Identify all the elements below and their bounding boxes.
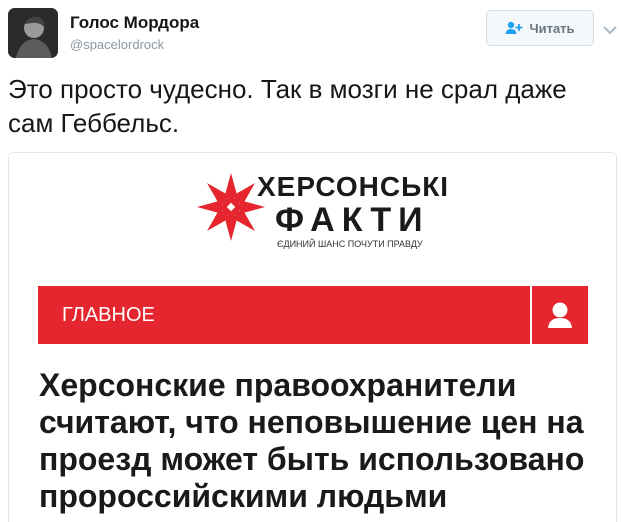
handle[interactable]: @spacelordrock [70,37,164,52]
card-headline: Херсонские правоохранители считают, что … [39,367,585,514]
link-card[interactable]: ХЕРСОНСЬКІ ФАКТИ ЄДИНИЙ ШАНС ПОЧУТИ ПРАВ… [8,152,617,522]
logo-line1: ХЕРСОНСЬКІ [257,171,450,202]
tweet-text: Это просто чудесно. Так в мозги не срал … [8,74,567,138]
follow-button[interactable]: Читать [486,10,594,46]
user-icon [548,302,572,328]
chevron-down-icon[interactable] [603,22,617,35]
logo-line2: ФАКТИ [275,201,430,239]
follow-label: Читать [529,20,575,36]
section-label: ГЛАВНОЕ [62,304,155,326]
logo-tagline: ЄДИНИЙ ШАНС ПОЧУТИ ПРАВДУ [277,239,423,249]
avatar-image [8,8,58,58]
display-name[interactable]: Голос Мордора [70,13,199,33]
user-button[interactable] [530,286,588,344]
avatar[interactable] [8,8,58,58]
section-bar: ГЛАВНОЕ [38,286,588,344]
tweet: Голос Мордора @spacelordrock Читать Это … [0,0,621,522]
add-person-icon [505,21,523,35]
